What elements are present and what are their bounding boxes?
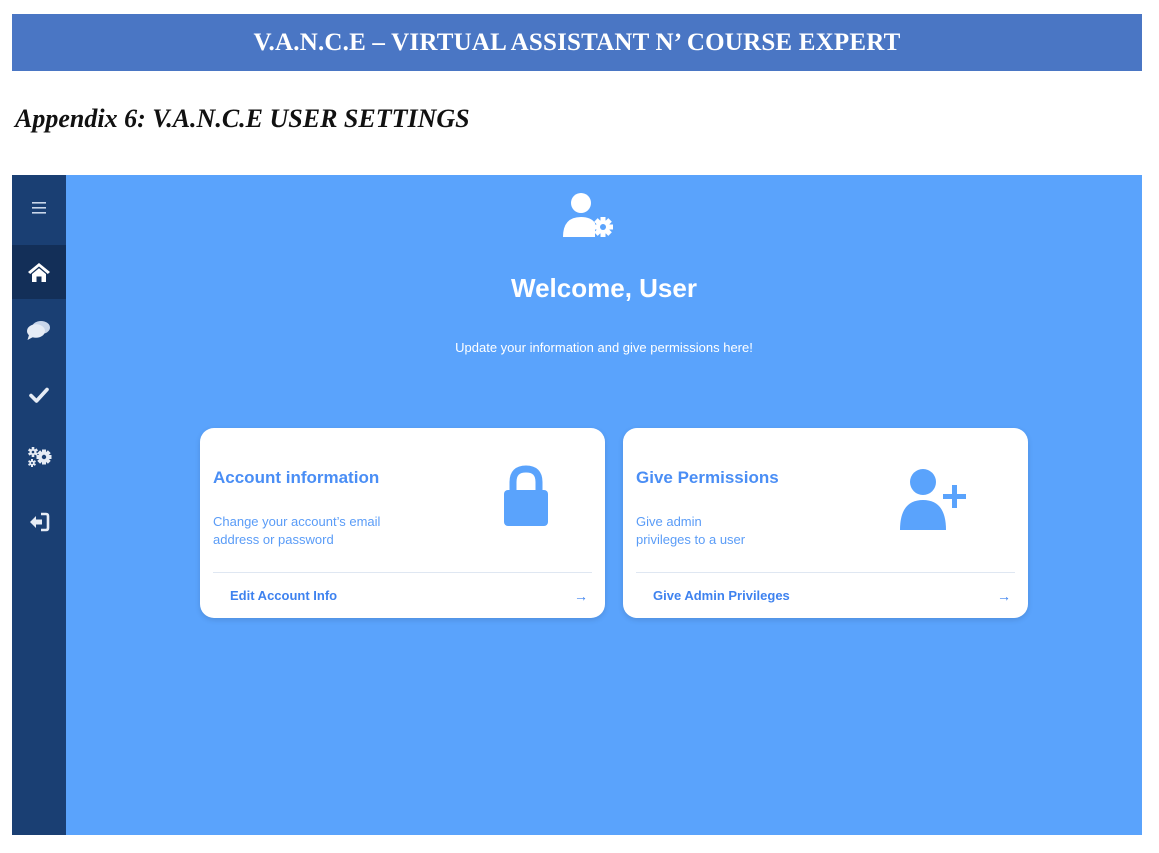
document-header-title: V.A.N.C.E – VIRTUAL ASSISTANT N’ COURSE …: [253, 28, 901, 56]
card-description: Give admin privileges to a user: [636, 514, 746, 547]
arrow-right-icon: →: [997, 587, 1011, 604]
app-screenshot: Welcome, User Update your information an…: [12, 175, 1142, 835]
edit-account-info-link[interactable]: Edit Account Info →: [213, 573, 592, 618]
give-permissions-card: Give Permissions Give admin privileges t…: [623, 428, 1028, 618]
arrow-right-icon: →: [574, 587, 588, 604]
sidebar-menu-button[interactable]: [12, 181, 66, 235]
appendix-title: Appendix 6: V.A.N.C.E USER SETTINGS: [15, 104, 470, 133]
check-icon: [29, 387, 49, 403]
sidebar-item-chat[interactable]: [12, 303, 66, 357]
sidebar-item-logout[interactable]: [12, 495, 66, 549]
give-admin-privileges-link[interactable]: Give Admin Privileges →: [636, 573, 1015, 618]
welcome-heading: Welcome, User: [511, 273, 697, 303]
card-title: Give Permissions: [636, 468, 779, 487]
add-user-icon: [900, 469, 966, 530]
main-content: Welcome, User Update your information an…: [66, 175, 1142, 835]
sidebar-item-tasks[interactable]: [12, 368, 66, 422]
card-title: Account information: [213, 468, 380, 487]
sidebar: [12, 175, 66, 835]
home-icon: [28, 263, 50, 282]
account-information-card: Account information Change your account’…: [200, 428, 605, 618]
logout-icon: [30, 512, 50, 532]
welcome-subtitle: Update your information and give permiss…: [455, 340, 753, 355]
edit-account-info-label: Edit Account Info: [230, 588, 338, 603]
user-settings-icon: [563, 193, 613, 237]
give-admin-privileges-label: Give Admin Privileges: [653, 588, 790, 603]
sidebar-item-settings[interactable]: [12, 430, 66, 484]
menu-icon: [32, 202, 46, 214]
settings-icon: [28, 447, 52, 467]
document-header: V.A.N.C.E – VIRTUAL ASSISTANT N’ COURSE …: [12, 14, 1142, 71]
chat-icon: [27, 321, 50, 340]
card-description: Change your account’s email address or p…: [213, 514, 381, 547]
sidebar-item-home[interactable]: [12, 245, 66, 299]
lock-icon: [504, 465, 548, 526]
